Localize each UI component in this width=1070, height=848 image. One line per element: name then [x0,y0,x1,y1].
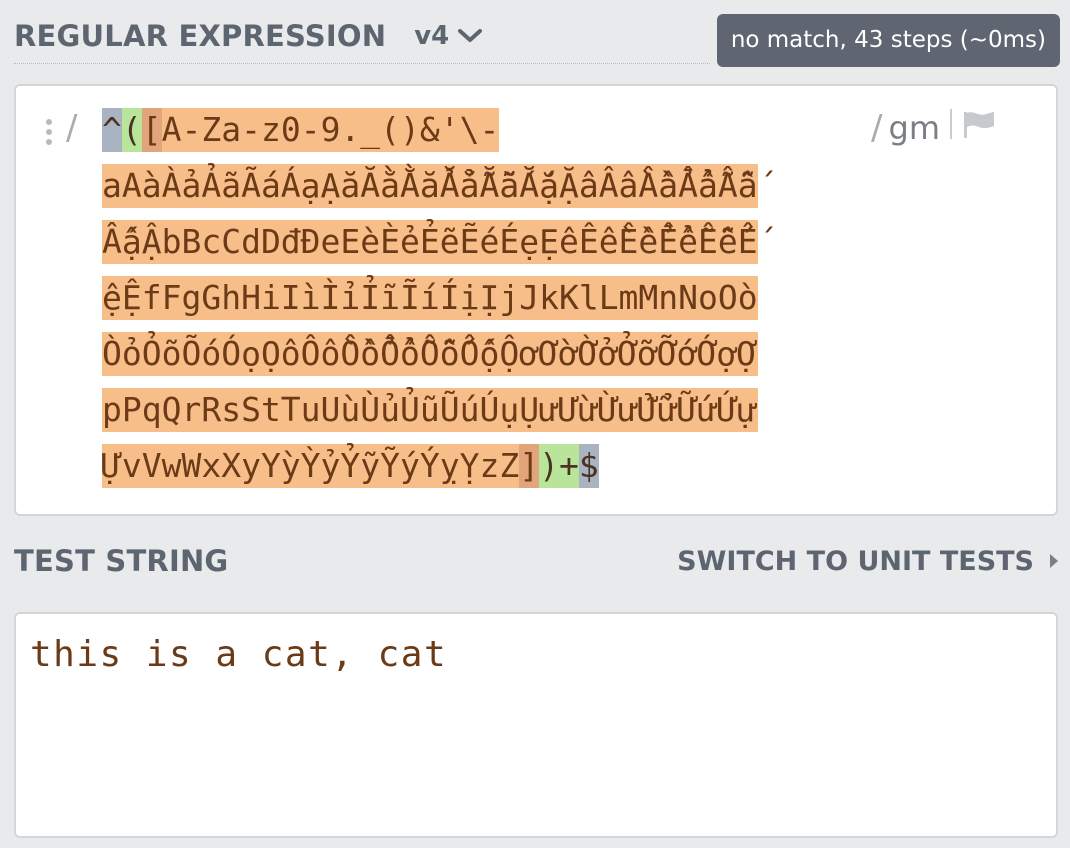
token-caret: ^ [102,108,122,152]
regex-line-7: ỰvVwWxXyYỳỲỷỶỹỸýÝỵỴzZ])+$ [102,444,758,500]
regex-line-5: ÒỏỎõÕóÓọỌôÔồỒổỔỗỖốỐộỘơƠờỜởỞỡỠớỚợỢ [102,332,758,388]
regex-close-delimiter: / [871,108,883,148]
regex-line-1: ^([A-Za-z0-9._()&'\- [102,108,758,164]
test-section-title: TEST STRING [14,544,229,578]
drag-handle-icon[interactable] [46,119,54,145]
regex-line-4: ệỆfFgGhHiIìÌỉỈĩĨíÍịỊjJkKlLmMnNoOò [102,276,758,332]
regex-expression[interactable]: ^([A-Za-z0-9._()&'\- aAàÀảẢãÃáÁạẠăĂằẰẳẲẵ… [102,108,758,500]
header-divider [14,63,710,64]
regex-editor[interactable]: / ^([A-Za-z0-9._()&'\- aAàÀảẢãÃáÁạẠăĂằẰẳ… [14,84,1058,516]
match-status-badge: no match, 43 steps (~0ms) [716,14,1060,67]
token-set-open: [ [141,108,162,152]
flags-divider [950,109,952,139]
token-set-line-1: A-Za-z0-9._()&'\- [161,108,500,152]
token-set-line-7: ỰvVwWxXyYỳỲỷỶỹỸýÝỵỴzZ [102,444,520,488]
token-plus: + [558,444,579,488]
regex-flags[interactable]: gm [889,109,940,147]
switch-to-unit-tests-link[interactable]: SWITCH TO UNIT TESTS [677,546,1060,577]
token-set-close: ] [519,444,540,488]
test-string-editor[interactable]: this is a cat, cat [14,612,1058,838]
chevron-down-icon [458,29,483,42]
regex-line-2: aAàÀảẢãÃáÁạẠăĂằẰẳẲẵẴắẮặẶâÂầẦẩẨẫẪấ [102,164,758,220]
flag-icon[interactable] [962,109,996,139]
token-set-line-6: pPqQrRsStTuUùÙủỦũŨúÚụỤưƯừỪửỬữỮứỨự [102,388,758,432]
flavor-selector[interactable]: v4 [414,21,483,51]
regex-open-delimiter: / [66,108,78,148]
regex-line-3: ẤậẬbBcCdDđĐeEèÈẻẺẽẼéÉẹẸêÊềỀểỂễỄếẾ [102,220,758,276]
token-set-line-4: ệỆfFgGhHiIìÌỉỈĩĨíÍịỊjJkKlLmMnNoOò [102,276,758,320]
regex-line-6: pPqQrRsStTuUùÙủỦũŨúÚụỤưƯừỪửỬữỮứỨự [102,388,758,444]
caret-right-icon [1050,554,1058,568]
switch-to-unit-tests-label: SWITCH TO UNIT TESTS [677,545,1034,577]
token-set-line-5: ÒỏỎõÕóÓọỌôÔồỒổỔỗỖốỐộỘơƠờỜởỞỡỠớỚợỢ [102,332,758,376]
token-set-line-2: aAàÀảẢãÃáÁạẠăĂằẰẳẲẵẴắẮặẶâÂầẦẩẨẫẪấ [102,164,758,208]
regex-section-title: REGULAR EXPRESSION [14,19,387,53]
flavor-label: v4 [414,21,450,51]
token-set-line-3: ẤậẬbBcCdDđĐeEèÈẻẺẽẼéÉẹẸêÊềỀểỂễỄếẾ [102,220,758,264]
test-string-text[interactable]: this is a cat, cat [30,634,447,675]
token-group-open: ( [121,108,142,152]
test-section-header: TEST STRING SWITCH TO UNIT TESTS [14,534,1060,588]
token-dollar: $ [578,444,599,488]
token-group-close: ) [539,444,559,488]
regex-close-area: / gm [871,108,996,148]
